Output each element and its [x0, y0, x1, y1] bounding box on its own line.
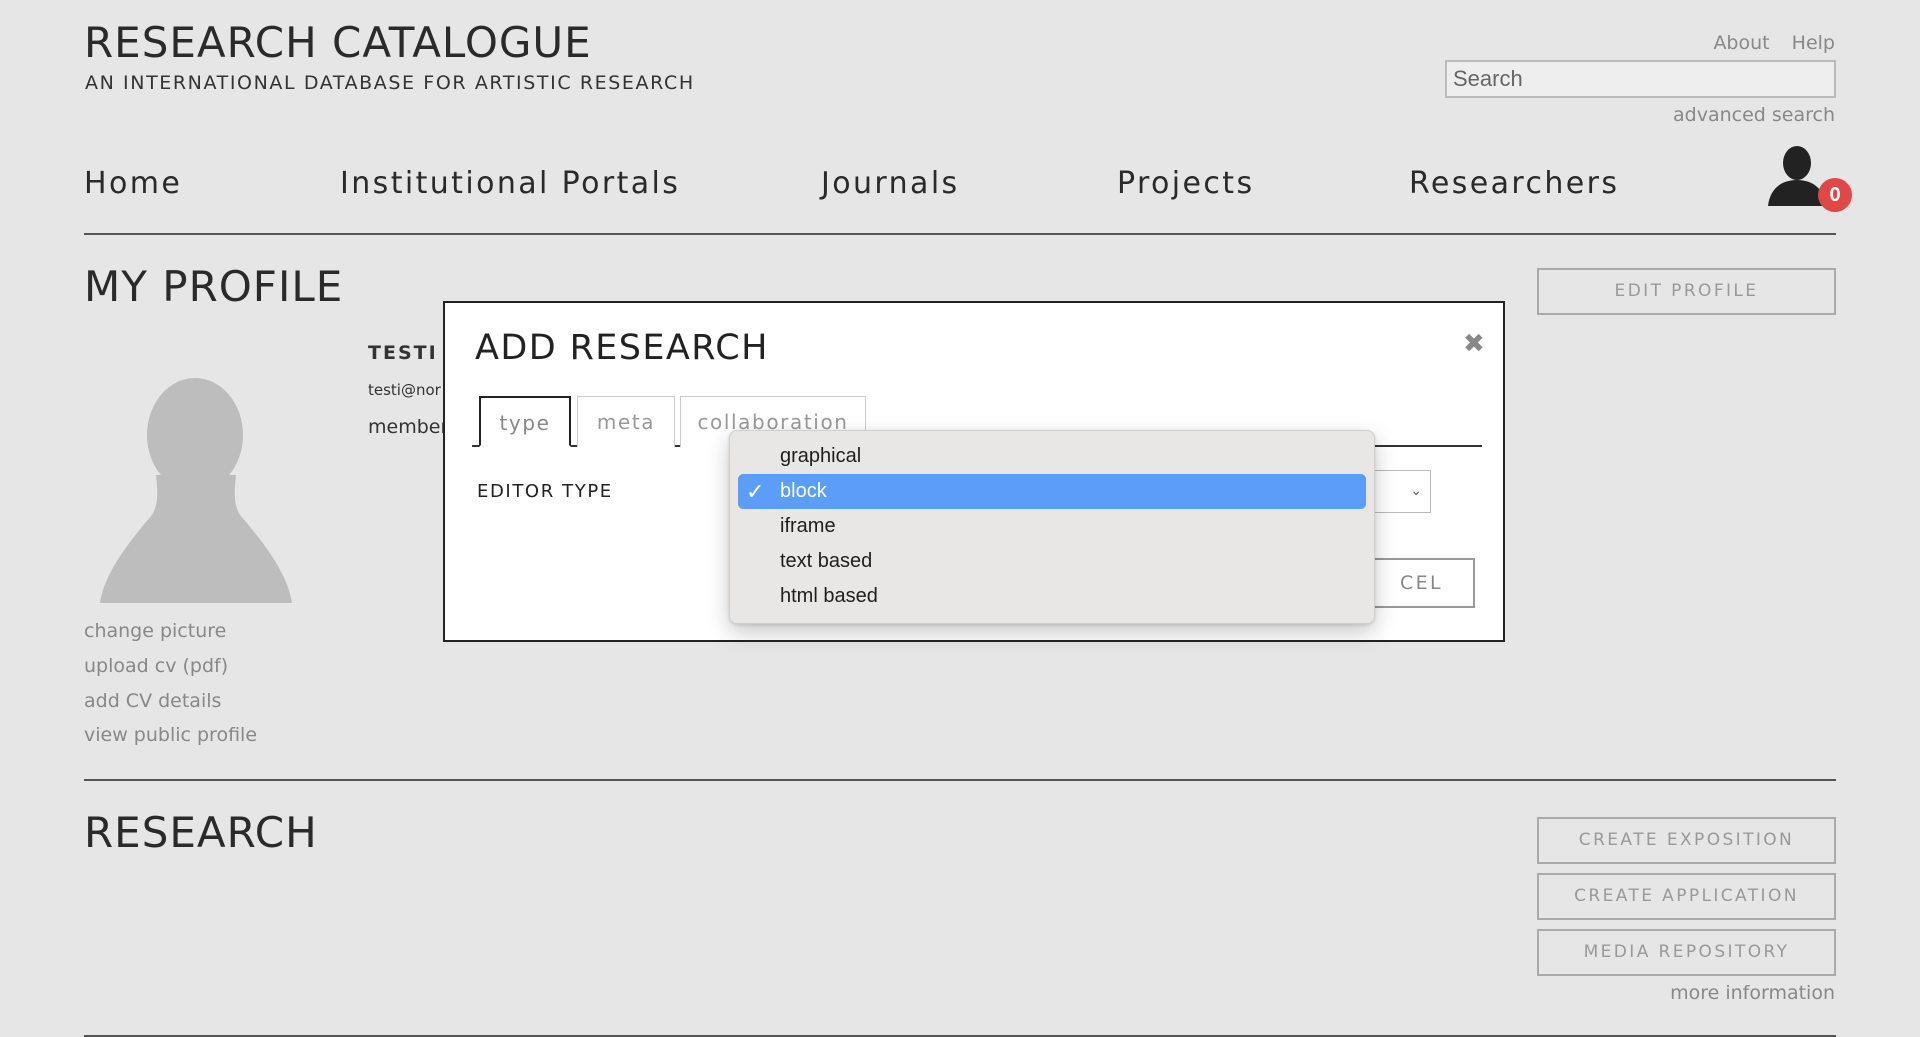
add-cv-details-link[interactable]: add CV details — [84, 690, 221, 712]
edit-profile-button[interactable]: EDIT PROFILE — [1537, 268, 1836, 315]
my-profile-title: MY PROFILE — [84, 262, 344, 311]
nav-researchers[interactable]: Researchers — [1409, 166, 1619, 201]
close-icon[interactable]: ✖ — [1463, 331, 1485, 357]
tab-meta[interactable]: meta — [577, 396, 675, 447]
section-divider — [84, 779, 1836, 781]
site-subtitle: AN INTERNATIONAL DATABASE FOR ARTISTIC R… — [85, 72, 695, 94]
top-links: About Help — [1697, 32, 1835, 54]
nav-institutional-portals[interactable]: Institutional Portals — [340, 166, 680, 201]
option-label: graphical — [780, 445, 862, 467]
change-picture-link[interactable]: change picture — [84, 620, 226, 642]
dialog-title: ADD RESEARCH — [475, 328, 769, 368]
option-graphical[interactable]: graphical — [738, 439, 1366, 474]
editor-type-dropdown: graphical ✓ block iframe text based html… — [729, 430, 1375, 624]
view-public-profile-link[interactable]: view public profile — [84, 724, 257, 746]
nav-home[interactable]: Home — [84, 166, 182, 201]
avatar-placeholder-icon — [100, 378, 292, 603]
option-label: text based — [780, 550, 873, 572]
option-label: block — [780, 480, 827, 502]
editor-type-select[interactable]: ⌄ — [1375, 470, 1431, 513]
help-link[interactable]: Help — [1792, 32, 1835, 54]
checkmark-icon: ✓ — [746, 479, 765, 504]
main-nav: Home Institutional Portals Journals Proj… — [84, 166, 1836, 210]
profile-membership: member — [368, 416, 449, 438]
nav-divider — [84, 233, 1836, 235]
cancel-button-label: CEL — [1399, 572, 1443, 594]
nav-projects[interactable]: Projects — [1117, 166, 1254, 201]
notification-badge[interactable]: 0 — [1818, 178, 1852, 212]
option-text-based[interactable]: text based — [738, 544, 1366, 579]
profile-email: testi@nor — [368, 381, 441, 399]
create-application-button[interactable]: CREATE APPLICATION — [1537, 873, 1836, 920]
advanced-search-link[interactable]: advanced search — [1673, 104, 1835, 126]
search-input[interactable] — [1445, 60, 1836, 98]
option-label: html based — [780, 585, 878, 607]
option-html-based[interactable]: html based — [738, 579, 1366, 614]
option-label: iframe — [780, 515, 836, 537]
editor-type-label: EDITOR TYPE — [477, 481, 613, 502]
option-iframe[interactable]: iframe — [738, 509, 1366, 544]
media-repository-button[interactable]: MEDIA REPOSITORY — [1537, 929, 1836, 976]
nav-journals[interactable]: Journals — [821, 166, 960, 201]
site-title[interactable]: RESEARCH CATALOGUE — [84, 18, 592, 67]
tab-type[interactable]: type — [479, 396, 571, 447]
upload-cv-link[interactable]: upload cv (pdf) — [84, 655, 228, 677]
research-title: RESEARCH — [84, 808, 318, 857]
more-information-link[interactable]: more information — [1670, 982, 1835, 1004]
about-link[interactable]: About — [1713, 32, 1769, 54]
create-exposition-button[interactable]: CREATE EXPOSITION — [1537, 817, 1836, 864]
option-block[interactable]: ✓ block — [738, 474, 1366, 509]
